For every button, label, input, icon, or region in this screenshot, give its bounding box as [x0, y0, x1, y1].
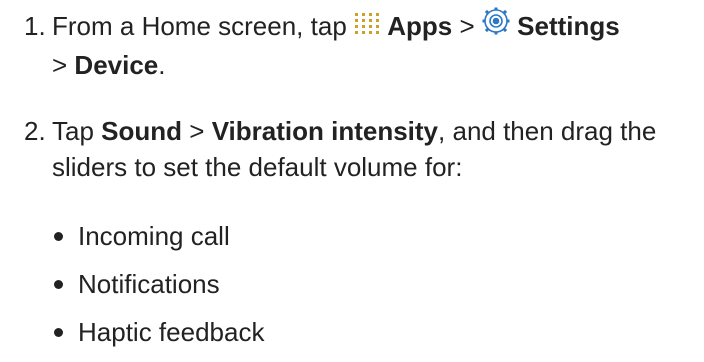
step-text: Tap — [52, 116, 94, 146]
period: . — [158, 49, 166, 80]
apps-label: Apps — [387, 11, 453, 41]
list-item: Notifications — [52, 266, 264, 314]
separator: > — [189, 116, 205, 146]
list-item: Incoming call — [52, 218, 264, 266]
list-item: Haptic feedback — [52, 314, 264, 362]
step-2-text: Tap Sound > Vibration intensity, and the… — [52, 113, 694, 185]
separator: > — [459, 11, 475, 41]
apps-grid-icon — [354, 7, 380, 43]
list-item-label: Haptic feedback — [78, 317, 265, 347]
sound-label: Sound — [101, 116, 183, 146]
settings-label: Settings — [517, 11, 620, 41]
bullet-icon — [54, 328, 63, 337]
instructions-document: 1. From a Home screen, tap Apps > Settin… — [0, 0, 704, 347]
bullet-icon — [54, 280, 63, 289]
bullet-list: Incoming call Notifications Haptic feedb… — [52, 218, 264, 362]
step-1-text: From a Home screen, tap Apps > Settings … — [52, 7, 694, 83]
step-text: From a Home screen, tap — [52, 11, 347, 41]
device-label: Device — [74, 49, 159, 80]
separator: > — [52, 49, 68, 80]
step-2: 2. Tap Sound > Vibration intensity, and … — [24, 113, 694, 185]
step-number: 2. — [24, 116, 46, 146]
step-number: 1. — [24, 11, 46, 41]
list-item-label: Incoming call — [78, 221, 230, 251]
vibration-intensity-label: Vibration intensity — [211, 116, 439, 146]
bullet-icon — [54, 232, 63, 241]
settings-gear-icon — [482, 7, 510, 44]
step-1: 1. From a Home screen, tap Apps > Settin… — [24, 7, 694, 83]
list-item-label: Notifications — [78, 269, 220, 299]
